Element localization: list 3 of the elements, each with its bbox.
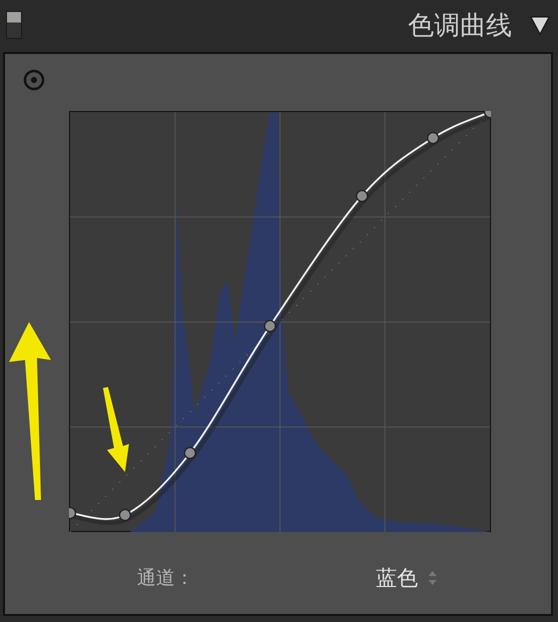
channel-label: 通道： <box>137 566 194 591</box>
panel-title: 色调曲线 <box>408 10 512 42</box>
channel-select[interactable]: 蓝色 <box>376 564 437 592</box>
